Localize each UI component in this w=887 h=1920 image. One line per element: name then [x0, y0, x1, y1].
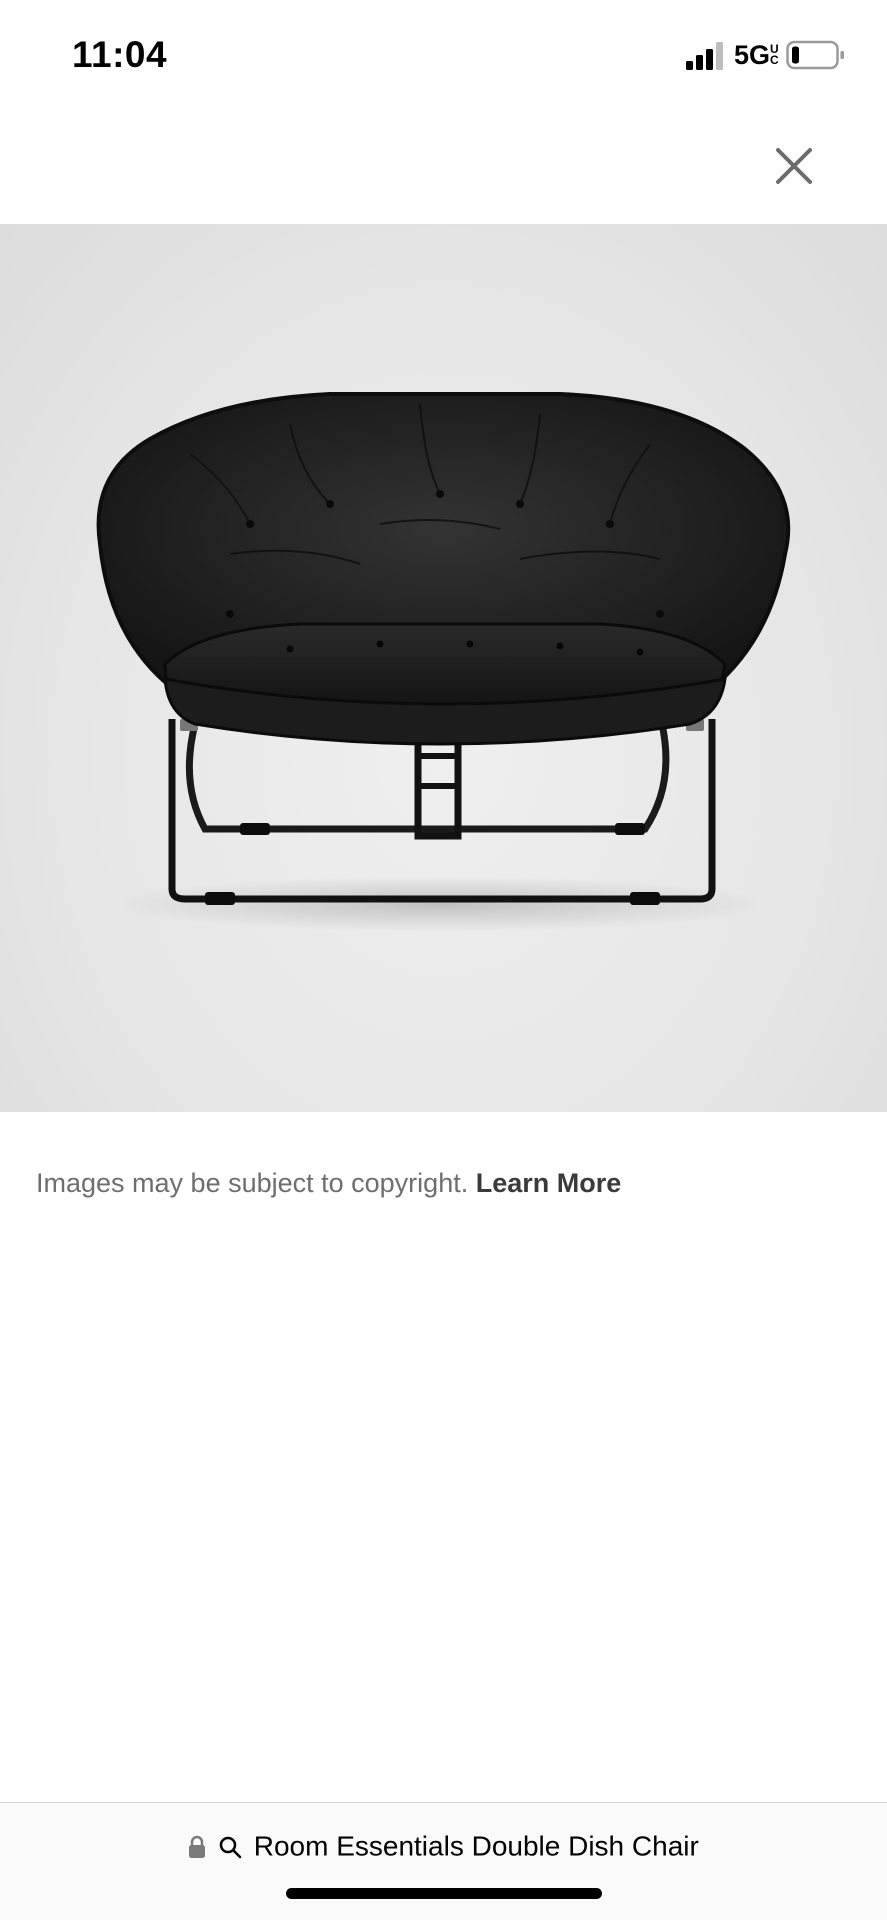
close-button[interactable] [768, 140, 820, 192]
search-query: Room Essentials Double Dish Chair [253, 1830, 699, 1862]
product-image [96, 392, 791, 932]
cellular-signal-icon [686, 42, 723, 70]
network-label: 5GUC [734, 40, 780, 71]
address-bar[interactable]: Room Essentials Double Dish Chair [0, 1803, 887, 1920]
search-icon [219, 1836, 242, 1858]
product-image-container[interactable] [0, 224, 887, 1112]
close-icon [776, 148, 812, 184]
address-content[interactable]: Room Essentials Double Dish Chair [0, 1829, 887, 1863]
copyright-notice: Images may be subject to copyright. Lear… [36, 1168, 621, 1199]
copyright-text: Images may be subject to copyright. [36, 1168, 469, 1198]
learn-more-link[interactable]: Learn More [476, 1168, 622, 1198]
network-suffix: UC [770, 42, 779, 67]
battery-icon [786, 40, 844, 70]
image-viewer-page: 11:04 5GUC Images may be subject to copy… [0, 0, 887, 1920]
network-type: 5G [734, 40, 771, 70]
status-bar: 11:04 5GUC [0, 0, 887, 110]
status-time: 11:04 [72, 34, 168, 75]
home-indicator[interactable] [286, 1888, 602, 1899]
lock-icon [189, 1835, 206, 1858]
